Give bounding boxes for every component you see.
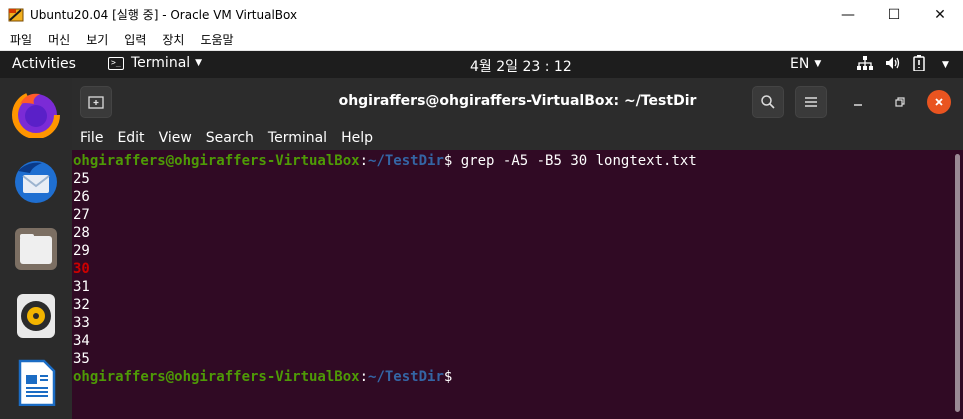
restore-icon (895, 97, 905, 107)
host-window-title: Ubuntu20.04 [실행 중] - Oracle VM VirtualBo… (30, 8, 298, 22)
virtualbox-menu-bar: 파일 머신 보기 입력 장치 도움말 (0, 29, 963, 51)
chevron-down-icon: ▼ (195, 58, 203, 68)
libreoffice-writer-icon[interactable] (12, 358, 60, 407)
language-indicator[interactable]: EN ▼ (790, 56, 821, 72)
rhythmbox-icon[interactable] (12, 291, 60, 339)
terminal-window-title: ohgiraffers@ohgiraffers-VirtualBox: ~/Te… (338, 93, 697, 109)
language-label: EN (790, 56, 810, 72)
close-button[interactable]: ✕ (917, 0, 963, 29)
vbox-menu-help[interactable]: 도움말 (200, 31, 233, 48)
network-icon (857, 56, 873, 74)
chevron-down-icon: ▼ (814, 59, 822, 69)
search-button[interactable] (752, 86, 784, 118)
maximize-button[interactable]: ☐ (871, 0, 917, 29)
menu-view[interactable]: View (159, 130, 192, 146)
activities-button[interactable]: Activities (12, 56, 76, 72)
command-text: grep -A5 -B5 30 longtext.txt (452, 153, 697, 169)
battery-icon (913, 55, 925, 75)
vbox-menu-machine[interactable]: 머신 (48, 31, 70, 48)
output-line: 27 (73, 207, 90, 223)
virtualbox-icon (8, 7, 24, 23)
prompt-user: ohgiraffers@ohgiraffers-VirtualBox (73, 153, 360, 169)
firefox-icon[interactable] (12, 90, 60, 139)
terminal-scrollbar[interactable] (955, 154, 960, 412)
chevron-down-icon: ▼ (942, 60, 949, 70)
minimize-button[interactable]: — (825, 0, 871, 29)
output-line: 26 (73, 189, 90, 205)
prompt-separator: : (359, 369, 369, 385)
menu-help[interactable]: Help (341, 130, 373, 146)
close-icon (935, 98, 943, 106)
output-line: 33 (73, 315, 90, 331)
terminal-icon: >_ (108, 56, 124, 70)
output-line: 32 (73, 297, 90, 313)
terminal-close-button[interactable] (927, 90, 951, 114)
menu-search[interactable]: Search (206, 130, 254, 146)
menu-edit[interactable]: Edit (117, 130, 144, 146)
output-line: 25 (73, 171, 90, 187)
terminal-menu-bar: File Edit View Search Terminal Help (72, 125, 963, 150)
prompt-line: ohgiraffers@ohgiraffers-VirtualBox:~/Tes… (73, 368, 452, 386)
terminal-header-bar: ohgiraffers@ohgiraffers-VirtualBox: ~/Te… (72, 78, 963, 125)
gnome-top-bar: Activities >_ Terminal ▼ 4월 2일 23 : 12 E… (0, 51, 963, 78)
host-title-bar: Ubuntu20.04 [실행 중] - Oracle VM VirtualBo… (0, 0, 963, 29)
prompt-dollar: $ (443, 369, 453, 385)
terminal-output[interactable]: ohgiraffers@ohgiraffers-VirtualBox:~/Tes… (72, 150, 963, 419)
app-menu-button[interactable]: >_ Terminal ▼ (108, 55, 202, 71)
search-icon (761, 95, 775, 109)
vbox-menu-input[interactable]: 입력 (124, 31, 146, 48)
hamburger-menu-button[interactable] (795, 86, 827, 118)
files-icon[interactable] (12, 224, 60, 272)
terminal-minimize-button[interactable] (846, 90, 870, 114)
menu-terminal[interactable]: Terminal (268, 130, 327, 146)
app-menu-label: Terminal (131, 55, 191, 71)
vbox-menu-view[interactable]: 보기 (86, 31, 108, 48)
output-line: 29 (73, 243, 90, 259)
volume-icon (885, 56, 901, 74)
menu-file[interactable]: File (80, 130, 103, 146)
system-tray[interactable]: ▼ (857, 55, 949, 75)
clock[interactable]: 4월 2일 23 : 12 (470, 56, 572, 76)
output-line: 34 (73, 333, 90, 349)
prompt-separator: : (359, 153, 369, 169)
prompt-user: ohgiraffers@ohgiraffers-VirtualBox (73, 369, 360, 385)
prompt-path: ~/TestDir (368, 153, 444, 169)
vbox-menu-file[interactable]: 파일 (10, 31, 32, 48)
output-line: 28 (73, 225, 90, 241)
prompt-path: ~/TestDir (368, 369, 444, 385)
dock (0, 78, 72, 419)
minimize-icon (854, 104, 862, 106)
thunderbird-icon[interactable] (12, 157, 60, 205)
output-line: 35 (73, 351, 90, 367)
terminal-restore-button[interactable] (888, 90, 912, 114)
matched-line: 30 (73, 261, 90, 277)
hamburger-icon (805, 97, 817, 107)
vbox-menu-devices[interactable]: 장치 (162, 31, 184, 48)
command-line: ohgiraffers@ohgiraffers-VirtualBox:~/Tes… (73, 152, 697, 170)
output-line: 31 (73, 279, 90, 295)
